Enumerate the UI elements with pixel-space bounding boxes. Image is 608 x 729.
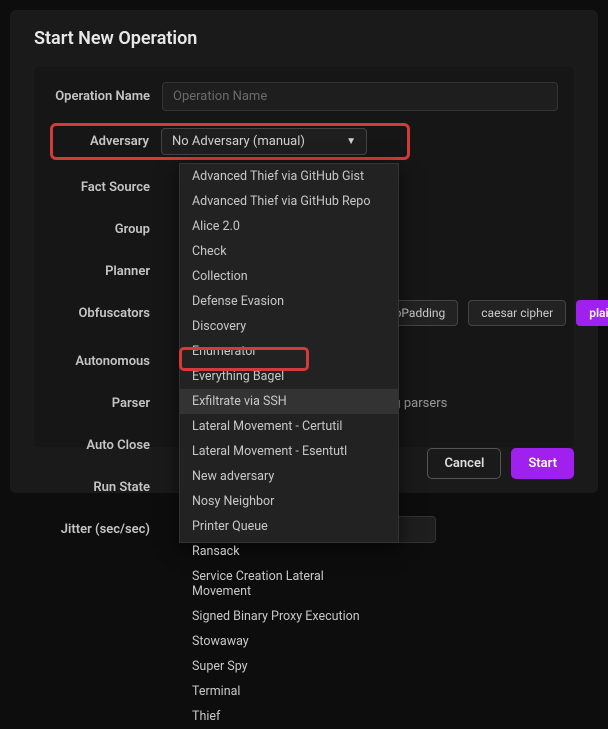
start-button[interactable]: Start bbox=[511, 448, 574, 479]
label-adversary: Adversary bbox=[57, 134, 161, 149]
adversary-option[interactable]: Alice 2.0 bbox=[180, 214, 398, 239]
adversary-option[interactable]: Defense Evasion bbox=[180, 289, 398, 314]
adversary-option[interactable]: Service Creation Lateral Movement bbox=[180, 564, 398, 604]
adversary-option[interactable]: Lateral Movement - Esentutl bbox=[180, 439, 398, 464]
label-autonomous: Autonomous bbox=[50, 354, 162, 369]
adversary-option[interactable]: Advanced Thief via GitHub Gist bbox=[180, 164, 398, 189]
adversary-selected-value: No Adversary (manual) bbox=[172, 134, 305, 149]
adversary-highlight: Adversary No Adversary (manual) ▼ bbox=[50, 123, 410, 160]
adversary-option[interactable]: Check bbox=[180, 239, 398, 264]
modal-footer: Cancel Start bbox=[427, 448, 574, 479]
label-obfuscators: Obfuscators bbox=[50, 306, 162, 321]
label-group: Group bbox=[50, 222, 162, 237]
adversary-option[interactable]: Discovery bbox=[180, 314, 398, 339]
adversary-option[interactable]: Super Spy bbox=[180, 654, 398, 679]
obfuscator-pill[interactable]: caesar cipher bbox=[468, 300, 566, 326]
operation-name-input[interactable] bbox=[162, 82, 558, 111]
label-planner: Planner bbox=[50, 264, 162, 279]
adversary-option[interactable]: Lateral Movement - Certutil bbox=[180, 414, 398, 439]
chevron-down-icon: ▼ bbox=[346, 136, 356, 147]
adversary-option-highlighted[interactable]: Exfiltrate via SSH bbox=[180, 389, 398, 414]
adversary-select[interactable]: No Adversary (manual) ▼ bbox=[161, 128, 367, 155]
adversary-dropdown[interactable]: Advanced Thief via GitHub Gist Advanced … bbox=[179, 163, 399, 543]
row-adversary: Adversary No Adversary (manual) ▼ bbox=[50, 123, 558, 160]
label-fact-source: Fact Source bbox=[50, 180, 162, 195]
adversary-option[interactable]: Collection bbox=[180, 264, 398, 289]
label-run-state: Run State bbox=[50, 480, 162, 495]
modal-title: Start New Operation bbox=[34, 28, 574, 49]
adversary-option[interactable]: Printer Queue bbox=[180, 514, 398, 539]
obfuscator-pill-active[interactable]: plain-text bbox=[576, 300, 608, 326]
adversary-option[interactable]: Everything Bagel bbox=[180, 364, 398, 389]
label-parser: Parser bbox=[50, 396, 162, 411]
adversary-option[interactable]: Advanced Thief via GitHub Repo bbox=[180, 189, 398, 214]
adversary-option[interactable]: Terminal bbox=[180, 679, 398, 704]
adversary-option[interactable]: Signed Binary Proxy Execution bbox=[180, 604, 398, 629]
form-area: Operation Name Adversary No Adversary (m… bbox=[34, 67, 574, 447]
adversary-option[interactable]: Ransack bbox=[180, 539, 398, 564]
row-operation-name: Operation Name bbox=[50, 81, 558, 111]
adversary-option[interactable]: Stowaway bbox=[180, 629, 398, 654]
label-jitter: Jitter (sec/sec) bbox=[50, 522, 162, 537]
adversary-option[interactable]: Nosy Neighbor bbox=[180, 489, 398, 514]
adversary-option[interactable]: New adversary bbox=[180, 464, 398, 489]
label-auto-close: Auto Close bbox=[50, 438, 162, 453]
adversary-option[interactable]: Enumerator bbox=[180, 339, 398, 364]
label-operation-name: Operation Name bbox=[50, 89, 162, 104]
start-operation-modal: Start New Operation Operation Name Adver… bbox=[10, 10, 598, 493]
adversary-option[interactable]: Thief bbox=[180, 704, 398, 729]
cancel-button[interactable]: Cancel bbox=[427, 448, 501, 479]
